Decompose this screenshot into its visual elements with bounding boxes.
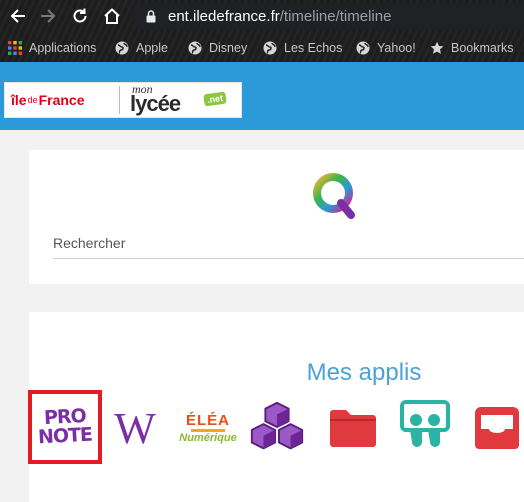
reload-icon: [73, 8, 87, 23]
apps-card: Mes applis PRO NOTE W ÉLÉA Numérique: [28, 312, 524, 502]
home-button[interactable]: [100, 4, 124, 28]
apps-grid-icon: [8, 41, 22, 55]
url-text: ent.iledefrance.fr/timeline/timeline: [168, 3, 391, 30]
reload-button[interactable]: [68, 4, 92, 28]
elea-top: ÉLÉA: [185, 411, 230, 429]
inbox-icon: [475, 407, 519, 449]
back-arrow-icon: [10, 9, 25, 23]
logo-lycee-net: .net: [203, 91, 227, 107]
logo-idf-france: France: [38, 92, 85, 108]
browser-chrome: ent.iledefrance.fr/timeline/timeline App…: [0, 0, 524, 62]
pronote-line2: NOTE: [37, 423, 93, 449]
bookmark-yahoo[interactable]: Yahoo!: [356, 36, 416, 60]
url-domain: ent.iledefrance.fr: [168, 8, 280, 25]
bookmarks-bar: Applications Apple Disney Les Echos Yaho…: [0, 36, 524, 60]
globe-icon: [356, 41, 370, 55]
site-logo[interactable]: île de France mon lycée .net: [4, 82, 242, 118]
app-inbox[interactable]: [467, 398, 524, 458]
bookmark-apple[interactable]: Apple: [115, 36, 168, 60]
app-folder[interactable]: [323, 398, 383, 458]
globe-icon: [115, 41, 129, 55]
star-icon: [430, 41, 444, 54]
cubes-icon: [250, 401, 304, 450]
folder-icon: [330, 410, 376, 447]
search-input[interactable]: [53, 228, 524, 259]
app-blocks[interactable]: [247, 398, 307, 458]
bookmark-les-echos[interactable]: Les Echos: [263, 36, 342, 60]
iledefrance-logo: île de France: [5, 83, 119, 117]
logo-idf-de: de: [27, 95, 38, 105]
app-wikipedia[interactable]: W: [105, 398, 165, 458]
slideshare-icon: [400, 400, 450, 447]
qwant-search-logo-icon: [313, 173, 355, 219]
bookmark-label: Yahoo!: [377, 41, 416, 55]
monlycee-logo: mon lycée .net: [120, 82, 240, 117]
logo-idf-ile: île: [11, 92, 27, 108]
app-slideshare[interactable]: [395, 398, 455, 458]
elea-bottom: Numérique: [179, 431, 237, 444]
search-card: [29, 150, 524, 284]
bookmark-label: Les Echos: [284, 41, 343, 55]
logo-lycee-main: lycée: [130, 91, 181, 116]
home-icon: [104, 8, 120, 24]
bookmark-label: Bookmarks: [451, 41, 514, 55]
bookmark-label: Apple: [136, 41, 168, 55]
bookmark-disney[interactable]: Disney: [188, 36, 247, 60]
apps-title: Mes applis: [306, 359, 422, 386]
url-path: /timeline/timeline: [279, 8, 392, 25]
site-header: île de France mon lycée .net: [0, 62, 524, 130]
globe-icon: [188, 41, 202, 55]
app-elea[interactable]: ÉLÉA Numérique: [178, 398, 238, 458]
app-pronote[interactable]: PRO NOTE: [28, 390, 102, 464]
address-bar[interactable]: ent.iledefrance.fr/timeline/timeline: [132, 3, 524, 30]
forward-arrow-icon: [41, 9, 56, 23]
bookmark-label: Disney: [209, 41, 248, 55]
lock-icon: [146, 10, 156, 23]
bookmark-applications[interactable]: Applications: [8, 36, 96, 60]
bookmark-bookmarks[interactable]: Bookmarks: [430, 36, 514, 60]
back-button[interactable]: [6, 4, 30, 28]
bookmark-label: Applications: [29, 41, 97, 55]
forward-button[interactable]: [36, 4, 60, 28]
globe-icon: [263, 41, 277, 55]
wikipedia-icon: W: [114, 403, 156, 453]
